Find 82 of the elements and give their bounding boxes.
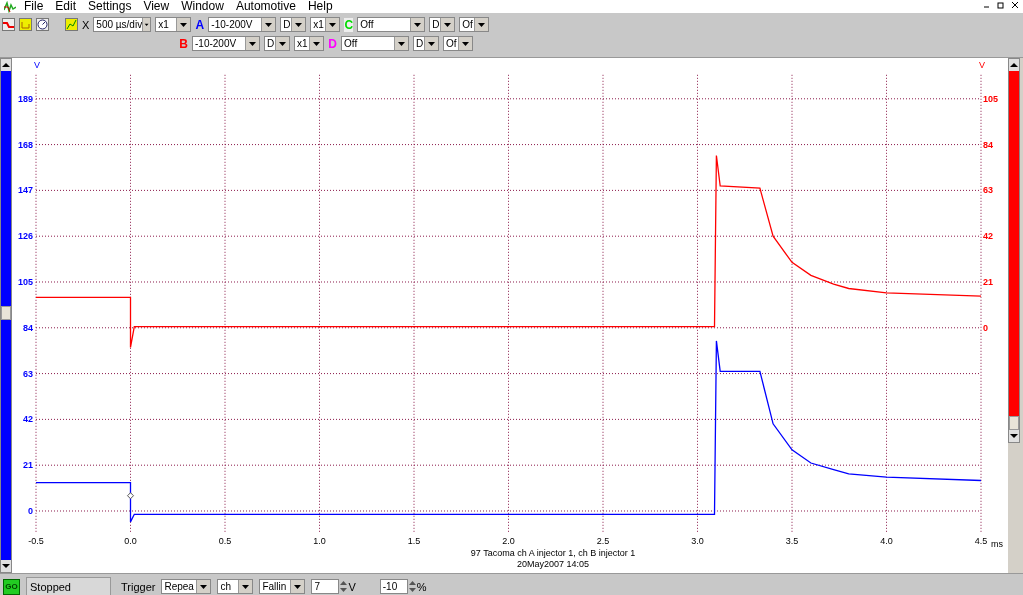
dropdown[interactable]: D [413, 36, 439, 51]
menu-item[interactable]: View [137, 0, 176, 13]
dropdown[interactable]: D [429, 17, 456, 32]
axis-tick-label: 147 [17, 185, 33, 196]
trace-tool-button[interactable] [65, 18, 78, 31]
axis-tick-label: -0.5 [28, 536, 44, 546]
axis-tick-label: 3.5 [785, 536, 799, 546]
dropdown[interactable]: x1 [294, 36, 324, 51]
axis-tick-label: 105 [983, 93, 999, 104]
dropdown[interactable]: D [280, 17, 307, 32]
restore-icon[interactable] [995, 0, 1007, 10]
timebase-label: X [82, 18, 90, 31]
status-field: Stopped [26, 576, 111, 595]
menu-item[interactable]: Window [175, 0, 230, 13]
dropdown[interactable]: 500 µs/div [93, 17, 152, 32]
threshold-field[interactable]: 7 [311, 579, 340, 594]
unit-label: % [416, 580, 427, 593]
axis-tick-label: 21 [23, 460, 33, 471]
axis-tick-label: 63 [983, 185, 993, 196]
axis-tick-label: 0 [28, 506, 33, 516]
axis-tick-label: 1.5 [407, 536, 421, 546]
dropdown[interactable]: x1 [155, 17, 192, 32]
chart-caption: 20May2007 14:05 [516, 559, 590, 569]
scrollbar-thumb[interactable] [1009, 416, 1019, 430]
chart-tool-button[interactable] [19, 18, 32, 31]
channel-label: D [328, 36, 337, 51]
go-button[interactable]: GO [3, 578, 20, 595]
dropdown[interactable]: Repea [161, 579, 212, 594]
waveform-icon [4, 0, 16, 13]
scroll-up-button[interactable] [1, 59, 11, 71]
trigger-label: Trigger [121, 580, 156, 593]
axis-tick-label: 2.0 [502, 536, 515, 546]
axis-tick-label: 126 [17, 231, 33, 242]
clock-button[interactable] [36, 18, 49, 31]
unit-label: V [348, 580, 356, 593]
menu-item[interactable]: Edit [49, 0, 83, 13]
menu-item[interactable]: Automotive [229, 0, 302, 13]
axis-tick-label: 42 [23, 414, 33, 425]
menu-item[interactable]: Help [301, 0, 339, 13]
channel-label: B [179, 36, 188, 51]
axis-tick-label: 42 [983, 231, 993, 242]
dropdown[interactable]: x1 [310, 17, 341, 32]
dropdown[interactable]: Off [357, 17, 426, 32]
axis-tick-label: 0.5 [218, 536, 232, 546]
axis-tick-label: 2.5 [596, 536, 610, 546]
dropdown[interactable]: D [264, 36, 290, 51]
axis-tick-label: 84 [23, 322, 33, 333]
axis-tick-label: 105 [17, 277, 33, 287]
axis-tick-label: 1.0 [313, 536, 326, 546]
channel-label: A [195, 17, 205, 32]
axis-tick-label: 189 [17, 93, 33, 104]
dropdown[interactable]: Fallin [259, 579, 306, 594]
scroll-down-button[interactable] [1009, 430, 1019, 442]
axis-tick-label: 84 [983, 139, 993, 150]
close-icon[interactable] [1009, 0, 1021, 10]
dropdown[interactable]: Of [459, 17, 490, 32]
axis-tick-label: 0 [983, 322, 988, 333]
channel-tool-button[interactable] [2, 18, 15, 31]
scroll-down-button[interactable] [1, 560, 11, 572]
scroll-up-button[interactable] [1009, 59, 1019, 71]
dropdown[interactable]: -10-200V [208, 17, 277, 32]
menu-item[interactable]: Settings [82, 0, 138, 13]
menu-item[interactable]: File [18, 0, 50, 13]
dropdown[interactable]: ch [217, 579, 254, 594]
dropdown[interactable]: -10-200V [192, 36, 260, 51]
axis-tick-label: 4.0 [880, 536, 893, 546]
axis-tick-label: 168 [17, 139, 33, 150]
axis-tick-label: 63 [23, 368, 33, 379]
channel-label: C [344, 17, 354, 32]
axis-tick-label: 3.0 [691, 536, 704, 546]
axis-tick-label: 4.5 [974, 536, 988, 546]
scrollbar-thumb[interactable] [1, 306, 11, 320]
axis-unit: ms [991, 539, 1003, 549]
pretrigger-field[interactable]: -10 [379, 579, 408, 594]
dropdown[interactable]: Off [341, 36, 409, 51]
dropdown[interactable]: Of [443, 36, 473, 51]
axis-tick-label: 0.0 [124, 536, 137, 546]
axis-unit: V [979, 60, 985, 70]
trigger-marker-icon [127, 492, 134, 500]
axis-unit: V [34, 60, 40, 70]
axis-tick-label: 21 [983, 277, 993, 287]
chart-caption: 97 Tacoma ch A injector 1, ch B injector 1 [470, 548, 636, 558]
